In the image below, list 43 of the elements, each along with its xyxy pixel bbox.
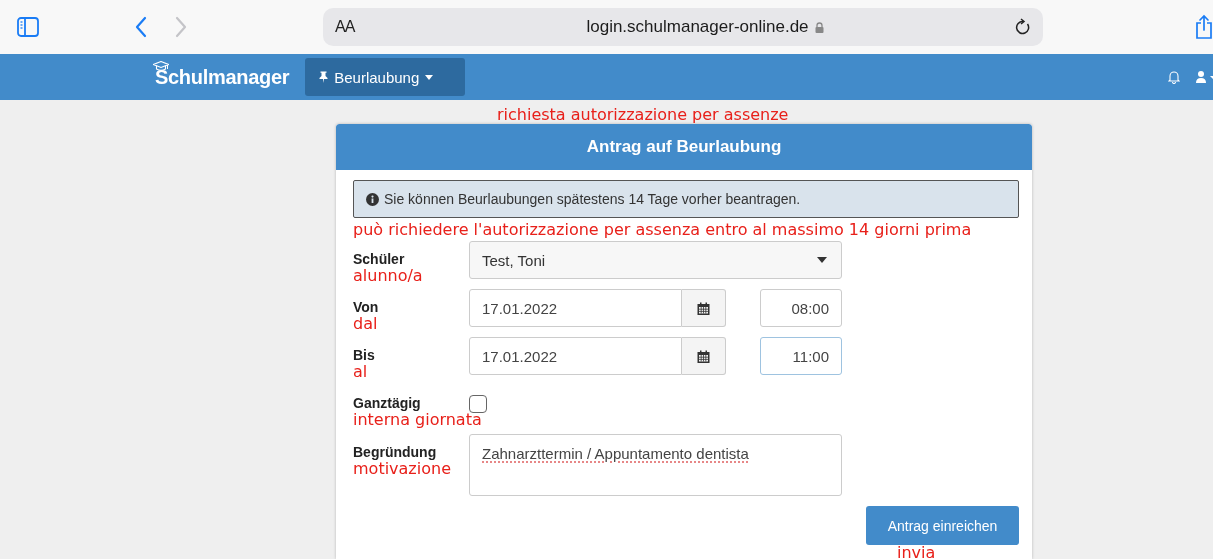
annotation-text: richiesta autorizzazione per assenze: [497, 106, 789, 124]
calendar-button[interactable]: [682, 337, 726, 375]
url-text: login.schulmanager-online.de: [586, 17, 809, 37]
card-header: Antrag auf Beurlaubung: [336, 124, 1032, 170]
annotation-text: motivazione: [353, 460, 451, 478]
caret-icon: [425, 74, 434, 80]
annotation-text: al: [353, 363, 368, 381]
checkbox[interactable]: [469, 395, 487, 413]
share-icon[interactable]: [1195, 14, 1213, 40]
field-label: Schüler: [353, 251, 406, 267]
time-field[interactable]: 08:00: [760, 289, 842, 327]
submit-button[interactable]: Antrag einreichen: [866, 506, 1019, 545]
pin-icon: [319, 71, 329, 83]
annotation-text: alunno/a: [353, 267, 423, 285]
time-field[interactable]: 11:00: [760, 337, 842, 375]
annotation-text: invia: [896, 544, 937, 559]
user-icon[interactable]: [1196, 70, 1213, 84]
student-select[interactable]: Test, Toni: [469, 241, 842, 279]
calendar-button[interactable]: [682, 289, 726, 327]
calendar-icon: [697, 301, 710, 315]
sidebar-icon[interactable]: [17, 17, 39, 37]
annotation-text: interna giornata: [353, 411, 482, 429]
field-label: Von: [353, 299, 380, 315]
brand-logo[interactable]: Schulmanager: [155, 65, 290, 88]
calendar-icon: [697, 349, 710, 363]
lock-icon: [814, 21, 824, 33]
annotation-text: può richiedere l'autorizzazione per assenza entro al massimo 14 giorni prima: [353, 221, 973, 239]
address-bar[interactable]: AA login.schulmanager-online.de: [323, 8, 1043, 46]
field-label: Ganztägig: [353, 395, 422, 411]
text-size-button[interactable]: AA: [335, 18, 395, 36]
date-field[interactable]: 17.01.2022: [469, 337, 682, 375]
menu-dropdown-button[interactable]: Beurlaubung: [305, 58, 466, 96]
info-icon: [366, 192, 379, 206]
date-field[interactable]: 17.01.2022: [469, 289, 682, 327]
info-text: Sie können Beurlaubungen spätestens 14 Tage vorher beantragen.: [384, 191, 801, 207]
reload-icon[interactable]: [1015, 18, 1031, 36]
field-label: Begründung: [353, 444, 438, 460]
reason-textarea[interactable]: Zahnarzttermin / Appuntamento dentista: [469, 434, 842, 496]
back-icon[interactable]: [134, 16, 148, 38]
annotation-text: dal: [353, 315, 378, 333]
bell-icon[interactable]: [1168, 70, 1180, 84]
field-label: Bis: [353, 347, 376, 363]
caret-icon: [817, 257, 827, 263]
